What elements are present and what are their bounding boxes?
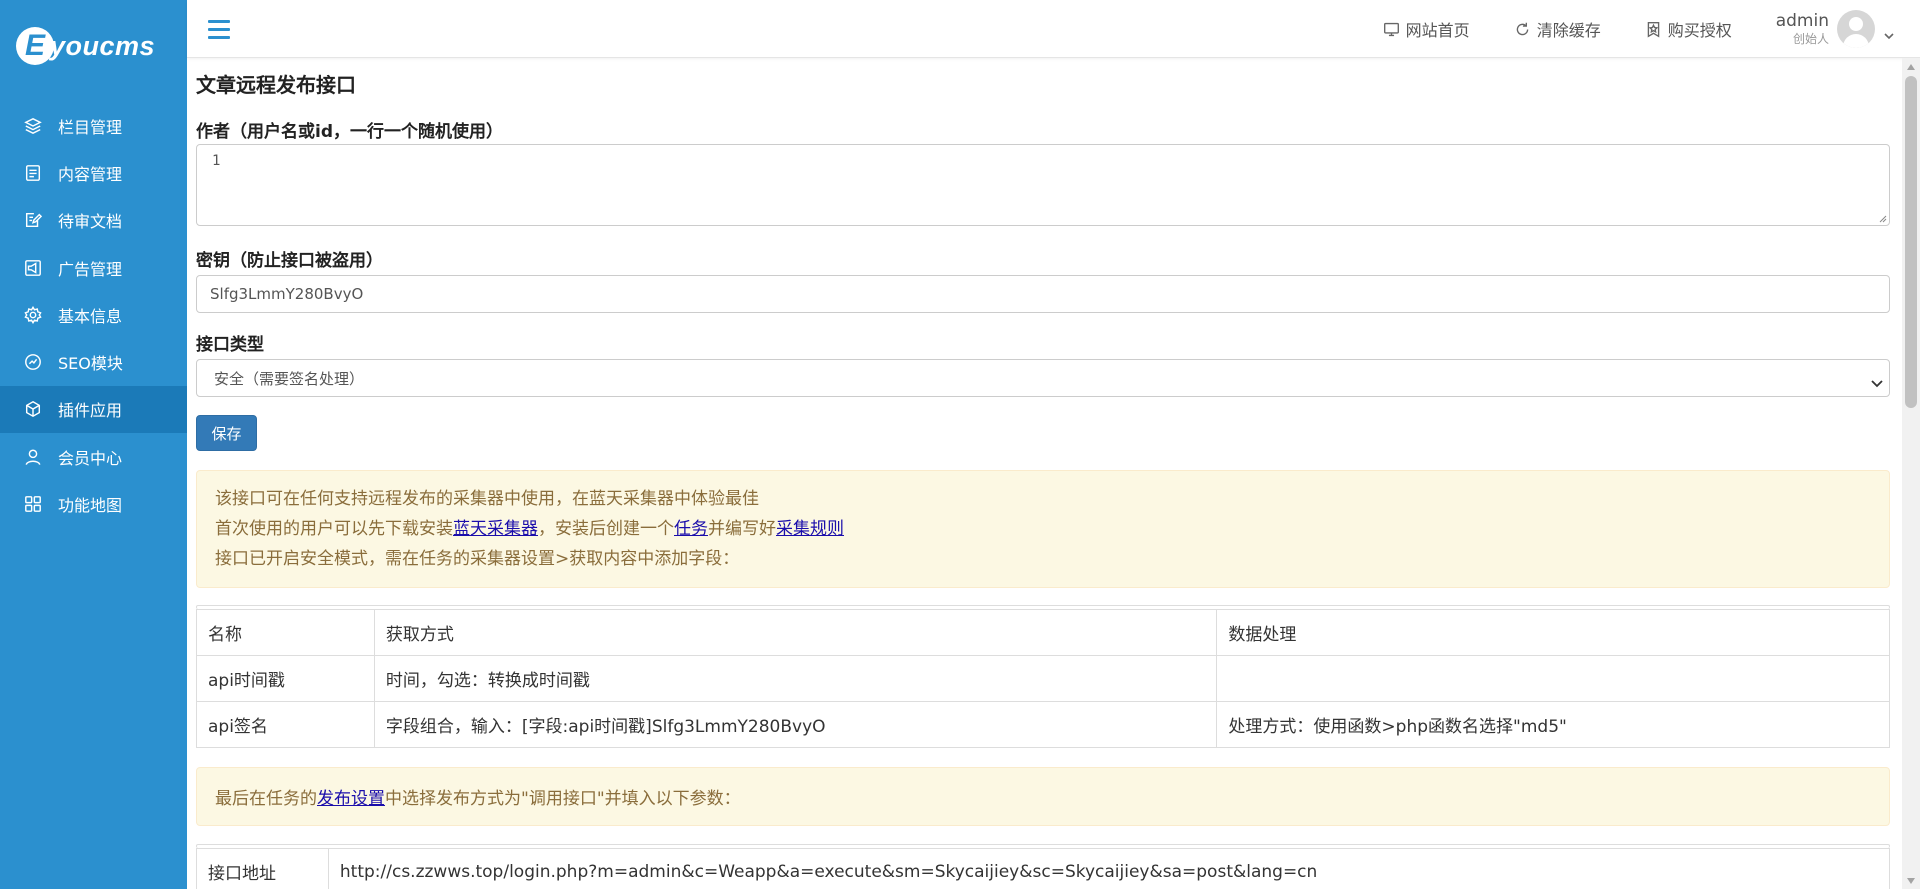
clear-cache-label: 清除缓存 [1536, 21, 1601, 40]
sidebar-item-ads[interactable]: 广告管理 [0, 244, 187, 291]
author-value: 1 [212, 153, 221, 169]
sidebar-item-content[interactable]: 内容管理 [0, 149, 187, 196]
fields-table: 名称 获取方式 数据处理 api时间戳 时间，勾选：转换成时间戳 api签名 字… [196, 609, 1890, 748]
logo-text: youcms [50, 30, 156, 61]
type-select[interactable]: 安全（需要签名处理） [196, 359, 1890, 397]
page-scrollbar[interactable] [1902, 58, 1920, 889]
table-row: 接口地址 http://cs.zzwws.top/login.php?m=adm… [196, 848, 1890, 889]
chevron-down-icon [1871, 374, 1883, 392]
chevron-down-icon [1884, 25, 1894, 39]
user-role: 创始人 [1792, 32, 1829, 46]
key-label: 密钥（防止接口被盗用） [196, 251, 383, 271]
sidebar-item-label: 会员中心 [58, 448, 123, 468]
sidebar-item-columns[interactable]: 栏目管理 [0, 102, 187, 149]
sidebar-item-plugins[interactable]: 插件应用 [0, 385, 187, 434]
header-cell: 数据处理 [1216, 609, 1890, 656]
sidebar-item-label: 功能地图 [58, 496, 123, 516]
sidebar-item-label: 待审文档 [58, 212, 123, 232]
header-cell: 获取方式 [373, 609, 1218, 656]
user-menu[interactable]: admin 创始人 [1775, 10, 1894, 48]
clear-cache-link[interactable]: 清除缓存 [1514, 17, 1601, 41]
author-label: 作者（用户名或id，一行一个随机使用） [196, 122, 503, 142]
edit-document-icon [24, 211, 42, 229]
notice-text: 首次使用的用户可以先下载安装 [215, 519, 453, 539]
skycaiji-download-link[interactable]: 蓝天采集器 [453, 519, 538, 539]
grid-map-icon [24, 495, 42, 513]
notice-line-2: 首次使用的用户可以先下载安装蓝天采集器，安装后创建一个任务并编写好采集规则 [215, 514, 1871, 544]
publish-settings-link[interactable]: 发布设置 [317, 784, 385, 809]
header-links: 网站首页 清除缓存 购买授权 admin 创始人 [1383, 0, 1920, 58]
buy-license-label: 购买授权 [1667, 21, 1732, 40]
top-header: 网站首页 清除缓存 购买授权 admin 创始人 [187, 0, 1920, 58]
site-home-link[interactable]: 网站首页 [1383, 17, 1470, 41]
site-home-label: 网站首页 [1405, 21, 1470, 40]
main-content: 文章远程发布接口 作者（用户名或id，一行一个随机使用） 1 密钥（防止接口被盗… [196, 58, 1890, 889]
sidebar-item-label: 内容管理 [58, 164, 123, 184]
page-title: 文章远程发布接口 [196, 73, 356, 97]
type-selected-value: 安全（需要签名处理） [214, 369, 365, 388]
sidebar-item-label: 栏目管理 [58, 117, 123, 137]
scroll-up-icon[interactable] [1902, 58, 1920, 75]
sidebar: E youcms 栏目管理 内容管理 待审文档 广告管理 基本信息 SEO模块 [0, 0, 187, 889]
author-textarea[interactable]: 1 [196, 144, 1890, 226]
seo-badge-icon [24, 353, 42, 371]
notice-text: 并编写好 [708, 519, 776, 539]
layers-icon [24, 117, 42, 135]
key-input[interactable]: Slfg3LmmY280BvyO [196, 275, 1890, 313]
menu-toggle-icon[interactable] [208, 20, 230, 40]
notice-line-1: 该接口可在任何支持远程发布的采集器中使用，在蓝天采集器中体验最佳 [215, 489, 759, 509]
notice-text: 中选择发布方式为"调用接口"并填入以下参数： [385, 789, 741, 809]
sidebar-nav: 栏目管理 内容管理 待审文档 广告管理 基本信息 SEO模块 插件应用 会员中心… [0, 102, 187, 528]
table-cell: 接口地址 [196, 848, 329, 889]
sidebar-item-label: 广告管理 [58, 259, 123, 279]
buy-license-link[interactable]: 购买授权 [1645, 17, 1732, 41]
user-name: admin [1775, 11, 1829, 31]
cube-icon [24, 400, 42, 418]
sidebar-item-members[interactable]: 会员中心 [0, 433, 187, 480]
publish-notice: 最后在任务的 发布设置 中选择发布方式为"调用接口"并填入以下参数： [196, 767, 1890, 826]
resize-grip-icon[interactable] [1877, 213, 1887, 223]
sidebar-item-label: 基本信息 [58, 306, 123, 326]
table-header-row: 名称 获取方式 数据处理 [196, 609, 1890, 656]
header-cell: 名称 [196, 609, 375, 656]
logo[interactable]: E youcms [16, 24, 155, 68]
user-info: admin 创始人 [1775, 11, 1829, 46]
gear-icon [24, 305, 42, 324]
table-cell: 处理方式：使用函数>php函数名选择"md5" [1216, 701, 1890, 748]
params-table: 接口地址 http://cs.zzwws.top/login.php?m=adm… [196, 848, 1890, 889]
notice-text: 最后在任务的 [215, 789, 317, 809]
scroll-down-icon[interactable] [1902, 872, 1920, 889]
sidebar-item-pending[interactable]: 待审文档 [0, 197, 187, 244]
type-label: 接口类型 [196, 335, 264, 355]
table-row: api时间戳 时间，勾选：转换成时间戳 [196, 655, 1890, 702]
logo-badge: E [16, 27, 54, 65]
table-cell: 字段组合，输入：[字段:api时间戳]Slfg3LmmY280BvyO [373, 701, 1218, 748]
table-cell[interactable]: http://cs.zzwws.top/login.php?m=admin&c=… [327, 848, 1890, 889]
document-list-icon [24, 164, 42, 182]
megaphone-icon [24, 259, 42, 277]
table-cell: api时间戳 [196, 655, 375, 702]
table-row: api签名 字段组合，输入：[字段:api时间戳]Slfg3LmmY280Bvy… [196, 701, 1890, 748]
monitor-icon [1383, 22, 1399, 36]
notice-line-3: 接口已开启安全模式，需在任务的采集器设置>获取内容中添加字段： [215, 549, 740, 569]
sidebar-item-function-map[interactable]: 功能地图 [0, 480, 187, 527]
sidebar-item-basic-info[interactable]: 基本信息 [0, 291, 187, 338]
notice-text: ，安装后创建一个 [538, 519, 674, 539]
task-link[interactable]: 任务 [674, 519, 708, 539]
collection-rules-link[interactable]: 采集规则 [776, 519, 844, 539]
avatar [1837, 10, 1875, 48]
save-button[interactable]: 保存 [196, 415, 257, 451]
table-cell [1216, 655, 1890, 702]
scrollbar-thumb[interactable] [1905, 76, 1917, 408]
sidebar-item-label: SEO模块 [58, 354, 123, 374]
license-badge-icon [1647, 21, 1659, 37]
user-icon [24, 448, 42, 466]
refresh-icon [1516, 22, 1528, 35]
sidebar-item-seo[interactable]: SEO模块 [0, 338, 187, 385]
table-cell: api签名 [196, 701, 375, 748]
sidebar-item-label: 插件应用 [58, 401, 123, 421]
table-cell: 时间，勾选：转换成时间戳 [373, 655, 1218, 702]
info-notice: 该接口可在任何支持远程发布的采集器中使用，在蓝天采集器中体验最佳 首次使用的用户… [196, 470, 1890, 588]
